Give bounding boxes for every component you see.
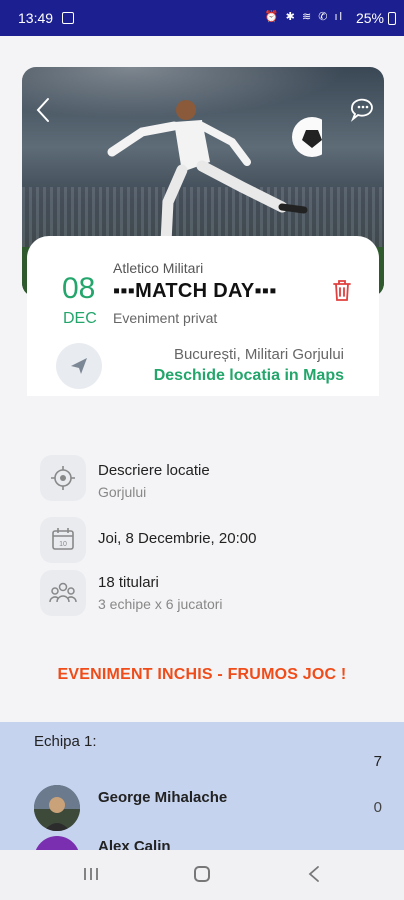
recent-apps-icon[interactable]	[82, 866, 100, 882]
player-score: 0	[373, 799, 382, 816]
teams-format: 3 echipe x 6 jucatori	[98, 596, 223, 612]
event-address: București, Militari Gorjului	[173, 346, 344, 363]
players-icon-box	[40, 570, 86, 616]
delete-trash-icon[interactable]	[331, 278, 353, 302]
event-month: DEC	[63, 310, 97, 327]
event-closed-banner: EVENIMENT INCHIS - FRUMOS JOC !	[57, 666, 347, 683]
battery-icon	[388, 12, 396, 25]
svg-text:10: 10	[59, 541, 67, 548]
team-player-count: 7	[373, 753, 382, 770]
system-back-icon[interactable]	[306, 864, 322, 884]
calendar-icon: 10	[52, 528, 74, 550]
player-name[interactable]: George Mihalache	[98, 789, 227, 806]
team-name: Echipa 1:	[34, 733, 97, 750]
group-icon	[49, 582, 77, 603]
event-organizer: Atletico Militari	[113, 260, 204, 276]
players-count: 18 titulari	[98, 574, 159, 591]
avatar[interactable]	[34, 785, 80, 831]
home-icon[interactable]	[194, 866, 210, 882]
target-icon	[51, 466, 75, 490]
location-description-label: Descriere locatie	[98, 462, 210, 479]
player-photo	[34, 785, 80, 831]
event-day: 08	[62, 272, 96, 305]
open-maps-link[interactable]: Deschide locatia in Maps	[154, 367, 344, 385]
navigation-arrow-icon	[71, 358, 87, 374]
battery-level: 25%	[355, 10, 384, 26]
date-icon-box: 10	[40, 517, 86, 563]
event-title: ▪▪▪MATCH DAY▪▪▪	[113, 280, 277, 302]
event-datetime: Joi, 8 Decembrie, 20:00	[98, 530, 257, 547]
back-arrow-icon[interactable]	[30, 95, 56, 125]
navigation-button[interactable]	[56, 343, 102, 389]
chat-icon[interactable]	[348, 95, 378, 125]
event-privacy: Eveniment privat	[113, 310, 218, 326]
status-bar: 13:49 ⏰ ✱ ≋ ✆ ıl 25%	[0, 0, 404, 36]
status-time: 13:49	[18, 10, 54, 26]
location-description-icon-box	[40, 455, 86, 501]
status-icons: ⏰ ✱ ≋ ✆ ıl	[264, 11, 344, 23]
gallery-icon	[62, 12, 74, 24]
location-description-value: Gorjului	[98, 484, 147, 500]
